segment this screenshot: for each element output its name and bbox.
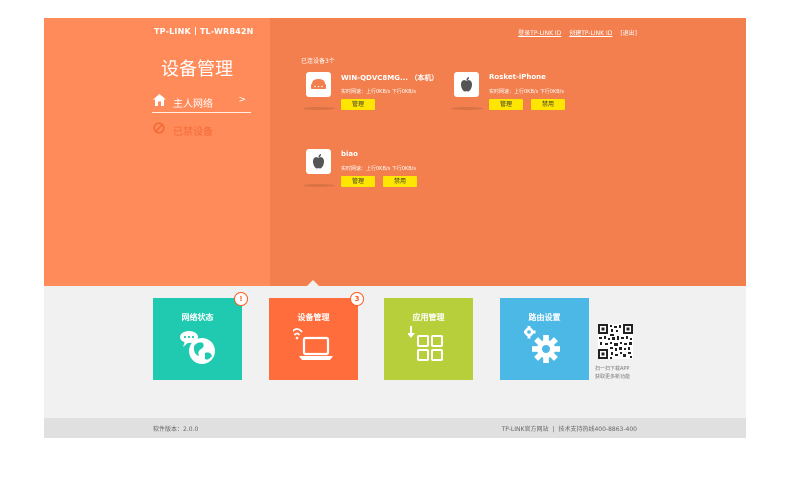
sidebar: TP-LINK TL-WR842N 设备管理 主人网络 > 已禁设备 xyxy=(44,18,270,286)
laptop-icon xyxy=(293,328,333,360)
block-icon xyxy=(153,122,165,134)
footer-links: TP-LINK官方网站 | 技术支持热线400-8863-400 xyxy=(502,424,637,433)
official-site-link[interactable]: TP-LINK官方网站 xyxy=(502,426,549,433)
sidebar-item-label: 主人网络 xyxy=(173,99,213,110)
page-title: 设备管理 xyxy=(161,59,233,80)
count-badge: 3 xyxy=(350,292,364,306)
connected-count: 已连设备3个 xyxy=(301,58,335,65)
model-name: TL-WR842N xyxy=(199,27,254,36)
sidebar-item-blocked-devices[interactable]: 已禁设备 xyxy=(152,118,251,140)
device-speed: 实时网速：上行0KB/s 下行0KB/s xyxy=(489,89,564,95)
footer-separator: | xyxy=(552,426,555,433)
tile-label: 网络状态 xyxy=(181,313,214,322)
sidebar-item-host-network[interactable]: 主人网络 > xyxy=(152,90,251,113)
footer: 软件版本：2.0.0 TP-LINK官方网站 | 技术支持热线400-8863-40… xyxy=(44,418,746,438)
tile-network-status[interactable]: 网络状态 ! xyxy=(153,292,248,380)
apps-grid-icon xyxy=(408,326,443,361)
qr-caption-line1: 扫一扫下载APP xyxy=(595,366,630,372)
device-shadow xyxy=(451,107,483,110)
device-card: Rosket-iPhone 实时网速：上行0KB/s 下行0KB/s 管理 禁用 xyxy=(449,72,595,132)
brand-name: TP-LINK xyxy=(154,27,191,36)
qr-caption-line2: 获取更多新功能 xyxy=(595,374,631,380)
router-icon xyxy=(311,79,326,89)
manage-button[interactable]: 管理 xyxy=(341,176,375,187)
device-icon-box xyxy=(306,149,331,174)
manage-button[interactable]: 管理 xyxy=(489,99,523,110)
tile-label: 设备管理 xyxy=(297,313,330,322)
home-icon xyxy=(153,94,166,106)
block-button[interactable]: 禁用 xyxy=(383,176,417,187)
apple-icon xyxy=(461,77,472,92)
tile-device-management[interactable]: 设备管理 3 xyxy=(269,292,364,380)
apple-icon xyxy=(313,154,324,169)
manage-button[interactable]: 管理 xyxy=(341,99,375,110)
tile-app-management[interactable]: 应用管理 xyxy=(384,298,473,380)
block-button[interactable]: 禁用 xyxy=(531,99,565,110)
device-speed: 实时网速：上行0KB/s 下行0KB/s xyxy=(341,89,416,95)
logout-link[interactable]: [退出] xyxy=(620,30,637,37)
tile-label: 应用管理 xyxy=(412,313,445,322)
device-shadow xyxy=(303,107,335,110)
sidebar-item-label: 已禁设备 xyxy=(173,127,213,138)
software-version: 软件版本：2.0.0 xyxy=(153,426,199,433)
device-card: biao 实时网速：上行0KB/s 下行0KB/s 管理 禁用 xyxy=(301,149,447,209)
tile-router-settings[interactable]: 路由设置 xyxy=(500,298,589,380)
qr-code xyxy=(598,324,633,359)
active-tab-pointer xyxy=(307,280,319,286)
login-link[interactable]: 登录TP-LINK ID xyxy=(518,30,561,37)
create-id-link[interactable]: 创建TP-LINK ID xyxy=(569,30,612,37)
logo-divider xyxy=(194,27,196,35)
top-panel: TP-LINK TL-WR842N 设备管理 主人网络 > 已禁设备 登录TP-… xyxy=(44,18,746,286)
device-name: Rosket-iPhone xyxy=(489,73,546,81)
chevron-right-icon: > xyxy=(238,95,246,105)
support-hotline: 技术支持热线400-8863-400 xyxy=(558,426,637,433)
device-shadow xyxy=(303,184,335,187)
brand-logo: TP-LINK TL-WR842N xyxy=(154,27,254,36)
device-name: WIN-QDVC8MG... （本机） xyxy=(341,74,439,82)
globe-icon xyxy=(180,331,215,364)
alert-badge: ! xyxy=(234,292,248,306)
gear-icon xyxy=(524,326,560,363)
device-speed: 实时网速：上行0KB/s 下行0KB/s xyxy=(341,166,416,172)
device-icon-box xyxy=(306,72,331,97)
device-name: biao xyxy=(341,150,358,158)
account-links: 登录TP-LINK ID 创建TP-LINK ID [退出] xyxy=(512,28,637,37)
tile-label: 路由设置 xyxy=(528,313,561,322)
qr-caption: 扫一扫下载APP 获取更多新功能 xyxy=(595,365,630,381)
router-admin-app: TP-LINK TL-WR842N 设备管理 主人网络 > 已禁设备 登录TP-… xyxy=(44,18,746,438)
device-icon-box xyxy=(454,72,479,97)
device-card: WIN-QDVC8MG... （本机） 实时网速：上行0KB/s 下行0KB/s… xyxy=(301,72,447,132)
